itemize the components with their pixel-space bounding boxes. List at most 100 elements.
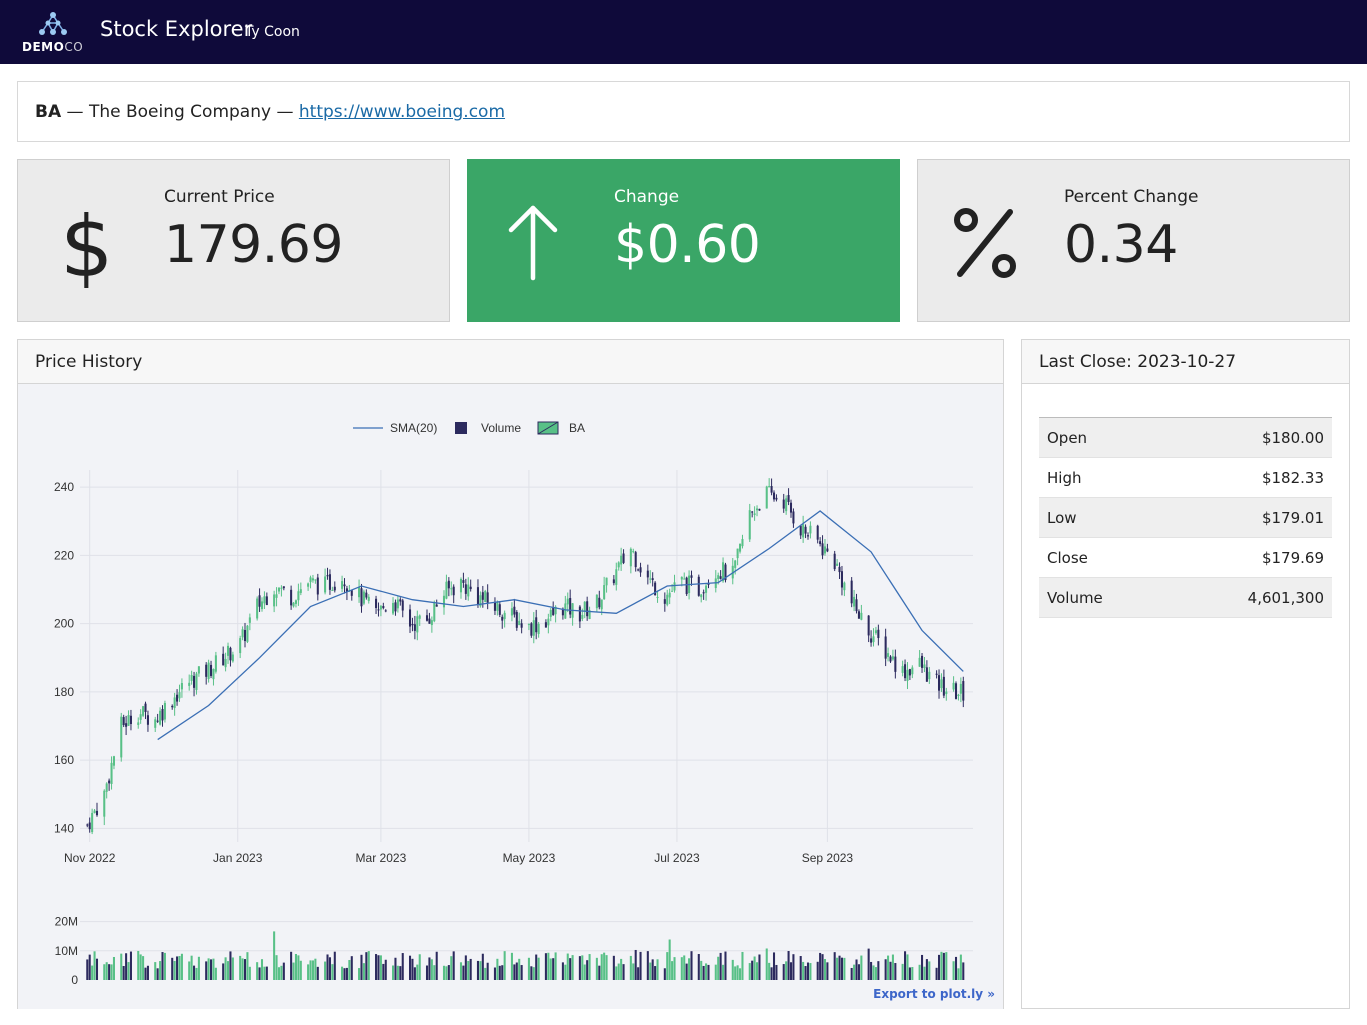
candle-body: [855, 599, 858, 612]
candle-body: [231, 654, 234, 662]
volume-bar: [535, 954, 538, 980]
volume-bar: [634, 949, 637, 980]
price-chart[interactable]: Nov 2022 Jan 2023 Mar 2023 May 2023 Jul 2023…: [18, 384, 1003, 1009]
volume-bar: [598, 965, 601, 980]
candle-body: [700, 594, 703, 598]
row-value: $180.00: [1167, 417, 1332, 458]
candle-body: [668, 592, 671, 598]
svg-text:$: $: [60, 198, 113, 288]
candle-body: [462, 580, 465, 583]
kpi-label: Change: [614, 187, 680, 207]
volume-bar: [416, 964, 419, 980]
democo-logo[interactable]: DEMOCO: [20, 8, 84, 58]
candle-body: [447, 580, 450, 589]
volume-bar: [799, 956, 802, 980]
candle-body: [367, 596, 370, 601]
volume-bar: [959, 954, 962, 980]
candle-body: [823, 546, 827, 554]
volume-bar: [620, 958, 623, 980]
y-tick-label: 180: [54, 685, 74, 699]
volume-bar: [605, 955, 608, 980]
volume-bar: [241, 958, 244, 980]
candle-body: [603, 585, 606, 600]
volume-bar: [294, 954, 298, 980]
candle-body: [207, 662, 210, 680]
volume-bar: [853, 964, 856, 980]
volume-bar: [258, 967, 261, 980]
volume-bar: [872, 965, 875, 980]
candle-body: [874, 630, 877, 634]
candle-body: [816, 525, 819, 540]
volume-bar: [377, 955, 380, 980]
volume-bar: [273, 931, 276, 980]
y-tick-label: 160: [54, 753, 74, 767]
candle-body: [142, 706, 145, 716]
candle-body: [510, 608, 513, 616]
volume-bar: [367, 951, 370, 980]
volume-bar: [450, 956, 453, 980]
candle-body: [193, 675, 196, 688]
volume-bar: [331, 964, 334, 980]
candle-body: [656, 596, 659, 598]
candle-body: [792, 511, 795, 524]
company-website-link[interactable]: https://www.boeing.com: [299, 102, 505, 122]
volume-bar: [906, 954, 909, 980]
volume-bar: [816, 961, 819, 980]
volume-bar: [324, 961, 327, 980]
volume-bar: [120, 953, 123, 980]
candle-body: [214, 655, 217, 672]
candle-body: [690, 575, 693, 578]
candle-body: [394, 602, 397, 612]
candle-body: [821, 543, 824, 556]
volume-bar: [190, 955, 193, 980]
candle-body: [178, 692, 181, 699]
volume-bar: [452, 951, 455, 980]
volume-bar: [639, 951, 642, 980]
volume-bar: [467, 960, 470, 980]
price-chart-area[interactable]: Nov 2022 Jan 2023 Mar 2023 May 2023 Jul 2023…: [18, 384, 1003, 1009]
volume-bar: [299, 960, 302, 980]
volume-bar: [493, 967, 496, 980]
candle-body: [484, 590, 487, 603]
volume-bar: [408, 955, 412, 980]
volume-bar: [806, 962, 810, 980]
candle-body: [850, 580, 853, 604]
candle-body: [748, 510, 751, 540]
candle-body: [891, 656, 894, 660]
volume-bar: [399, 966, 402, 980]
candle-body: [649, 578, 652, 580]
volume-bar: [343, 968, 346, 980]
candle-body: [307, 583, 310, 587]
candle-body: [161, 708, 164, 721]
export-to-plotly-link[interactable]: Export to plot.ly »: [873, 987, 995, 1001]
volume-bar: [224, 957, 227, 980]
candle-body: [595, 594, 598, 609]
volume-bar: [520, 965, 523, 980]
volume-bar: [188, 961, 191, 980]
candle-body: [673, 582, 676, 591]
volume-bar: [588, 954, 591, 980]
candle-body: [622, 553, 625, 563]
candle-body: [358, 587, 361, 598]
sma-line: [157, 510, 964, 741]
candle-body: [392, 602, 395, 614]
candle-body: [91, 812, 94, 833]
volume-bar: [717, 956, 720, 980]
candle-body: [632, 551, 635, 553]
volume-bar: [307, 964, 310, 980]
kpi-percent-change: Percent Change 0.34: [917, 159, 1350, 322]
candle-body: [755, 508, 759, 511]
volume-bar: [513, 964, 516, 980]
row-value: $182.33: [1167, 457, 1332, 498]
company-line: BA — The Boeing Company — https://www.bo…: [35, 102, 505, 122]
candle-body: [843, 582, 846, 591]
candle-body: [493, 601, 496, 611]
candle-body: [925, 667, 928, 682]
volume-bar: [129, 951, 132, 980]
volume-bar: [724, 951, 727, 980]
kpi-current-price: $ Current Price 179.69: [17, 159, 450, 322]
candle-body: [212, 668, 215, 680]
candle-body: [617, 562, 620, 568]
candle-body: [736, 548, 739, 559]
volume-bar: [833, 952, 836, 980]
